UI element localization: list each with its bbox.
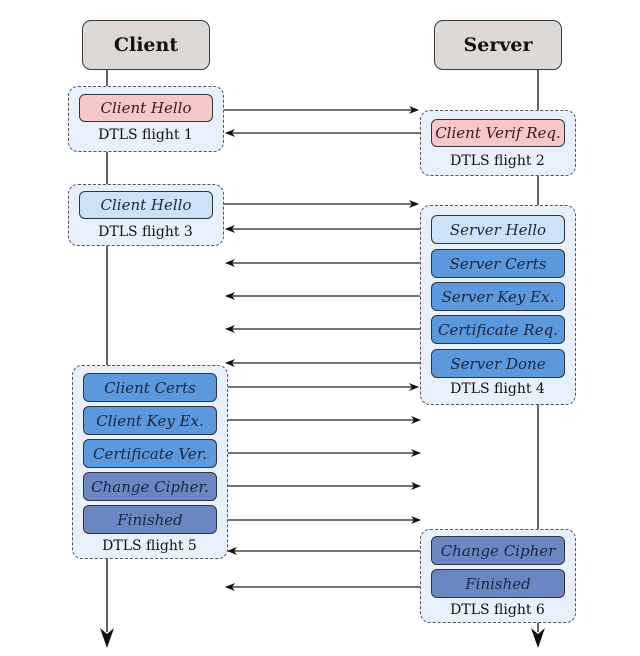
flight-label: DTLS flight 5 [102,538,197,554]
message-client-certs: Client Certs [83,373,217,402]
server-actor-label: Server [463,34,533,56]
message-client-verif-req: Client Verif Req. [431,119,565,147]
message-change-cipher-server: Change Cipher [431,536,565,565]
flight-label: DTLS flight 6 [450,602,545,618]
message-certificate-verify: Certificate Ver. [83,439,217,468]
client-actor: Client [82,20,210,70]
flight-label: DTLS flight 2 [450,153,545,169]
flight-label: DTLS flight 3 [98,224,193,240]
message-client-key-exchange: Client Key Ex. [83,406,217,435]
message-client-hello-1: Client Hello [79,94,213,122]
flight-label: DTLS flight 4 [450,381,545,397]
dtls-flight-5: Client Certs Client Key Ex. Certificate … [72,365,228,559]
dtls-flight-1: Client Hello DTLS flight 1 [68,86,224,152]
message-client-hello-2: Client Hello [79,191,213,219]
dtls-flight-2: Client Verif Req. DTLS flight 2 [420,110,576,176]
message-server-key-exchange: Server Key Ex. [431,282,565,311]
message-finished-client: Finished [83,505,217,534]
message-server-hello: Server Hello [431,215,565,244]
message-change-cipher-client: Change Cipher. [83,472,217,501]
message-server-done: Server Done [431,349,565,378]
message-server-certs: Server Certs [431,249,565,278]
message-finished-server: Finished [431,569,565,598]
message-certificate-request: Certificate Req. [431,315,565,344]
dtls-flight-4: Server Hello Server Certs Server Key Ex.… [420,205,576,405]
client-actor-label: Client [113,34,179,56]
dtls-flight-3: Client Hello DTLS flight 3 [68,184,224,246]
dtls-flight-6: Change Cipher Finished DTLS flight 6 [420,529,576,623]
flight-label: DTLS flight 1 [98,127,193,143]
server-actor: Server [434,20,562,70]
